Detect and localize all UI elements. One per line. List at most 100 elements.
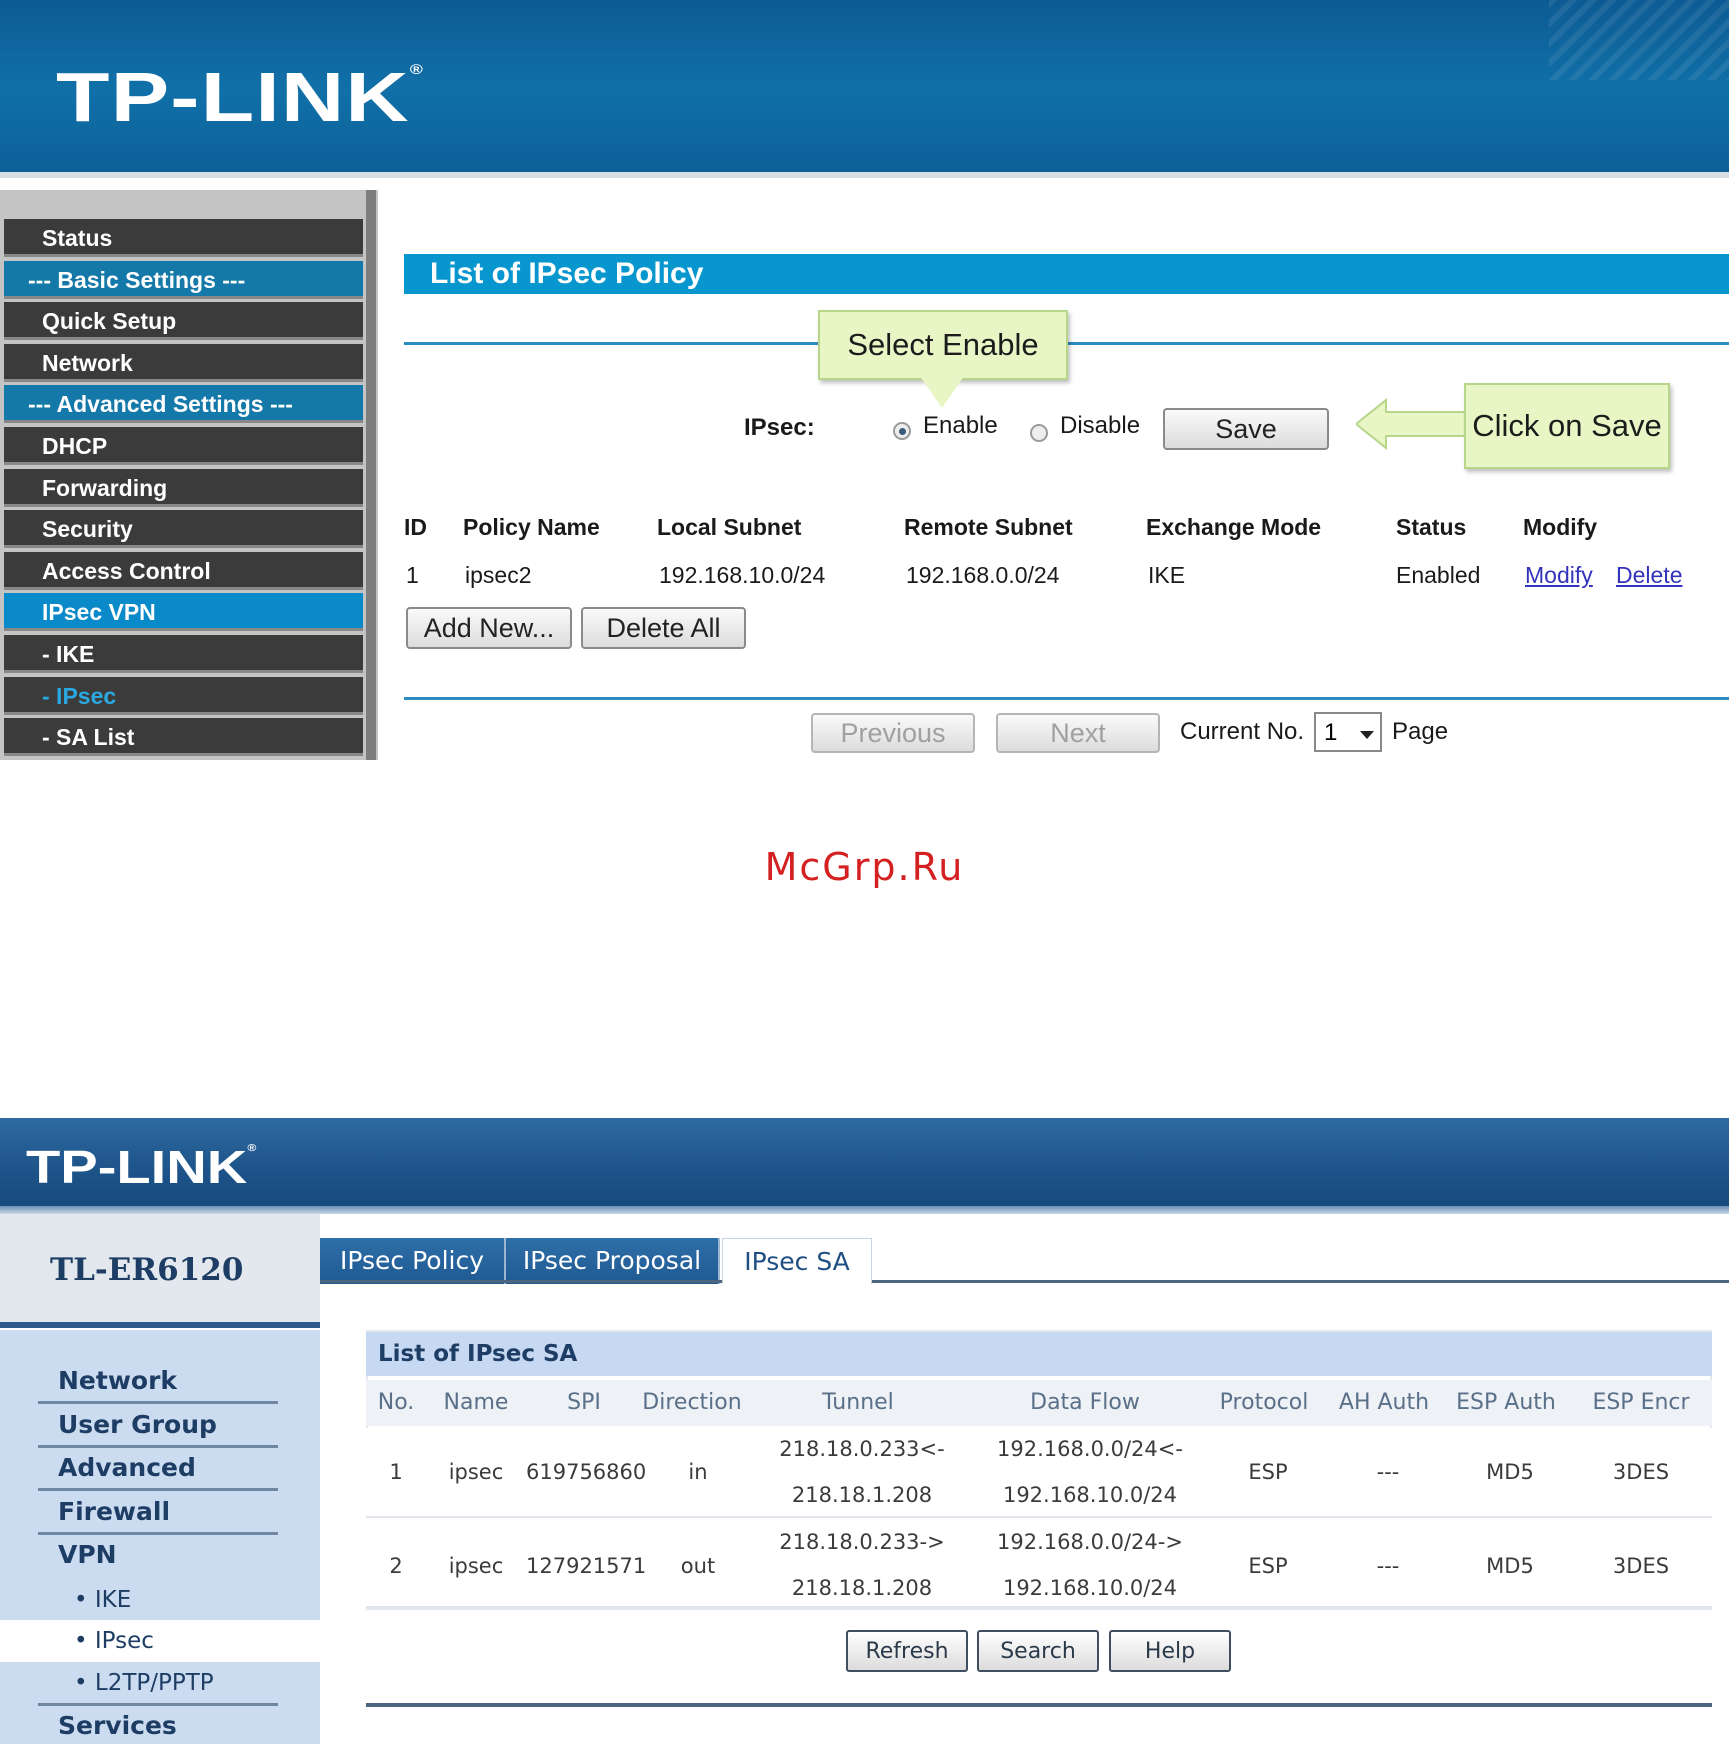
cell-name: ipsec bbox=[448, 1460, 504, 1484]
sidebar-item-network[interactable]: Network bbox=[58, 1366, 177, 1395]
radio-enable[interactable] bbox=[893, 422, 911, 440]
tab-ipsec-sa[interactable]: IPsec SA bbox=[722, 1238, 872, 1284]
col-id: ID bbox=[404, 514, 427, 540]
radio-disable-label: Disable bbox=[1060, 412, 1141, 439]
cell-direction: in bbox=[688, 1460, 708, 1484]
sidebar-subitem-l2tp-pptp[interactable]: • L2TP/PPTP bbox=[74, 1670, 214, 1696]
sidebar-item-quick-setup[interactable]: Quick Setup bbox=[4, 302, 363, 341]
cell-protocol: ESP bbox=[1248, 1460, 1288, 1484]
col-protocol: Protocol bbox=[1219, 1390, 1309, 1415]
sidebar-item-status[interactable]: Status bbox=[4, 219, 363, 257]
page-select[interactable]: 1 bbox=[1314, 712, 1382, 752]
cell-tunnel: 218.18.0.233<- bbox=[779, 1437, 945, 1461]
nav-divider bbox=[38, 1445, 278, 1448]
sidebar-item-network[interactable]: Network bbox=[4, 343, 363, 382]
screenshot-ipsec-policy: TP-LINK® Status --- Basic Settings --- Qui… bbox=[0, 0, 1729, 760]
col-tunnel: Tunnel bbox=[822, 1390, 894, 1415]
radio-disable[interactable] bbox=[1030, 424, 1048, 442]
sidebar-item-forwarding[interactable]: Forwarding bbox=[4, 468, 363, 507]
sidebar-item-user-group[interactable]: User Group bbox=[58, 1410, 217, 1439]
sa-list-title: List of IPsec SA bbox=[378, 1341, 578, 1367]
next-button[interactable]: Next bbox=[996, 713, 1160, 753]
page-label: Page bbox=[1392, 718, 1449, 745]
tp-link-logo-2: TP-LINK® bbox=[26, 1141, 257, 1193]
cell-esp-encr: 3DES bbox=[1612, 1554, 1670, 1578]
refresh-button[interactable]: Refresh bbox=[846, 1630, 968, 1672]
sidebar-item-dhcp[interactable]: DHCP bbox=[4, 427, 363, 465]
section-title: List of IPsec Policy bbox=[430, 257, 704, 290]
col-esp-encr: ESP Encr bbox=[1592, 1390, 1690, 1415]
nav-divider bbox=[38, 1488, 278, 1491]
header-divider bbox=[0, 172, 1729, 178]
radio-enable-label: Enable bbox=[923, 412, 998, 439]
callout-save-arrow bbox=[1354, 397, 1467, 451]
bottom-divider bbox=[366, 1703, 1712, 1707]
header-bar-2 bbox=[0, 1118, 1729, 1212]
col-ah-auth: AH Auth bbox=[1338, 1390, 1430, 1415]
callout-select-enable: Select Enable bbox=[818, 310, 1068, 380]
cell-tunnel: 218.18.0.233-> bbox=[779, 1530, 945, 1554]
cell-protocol: ESP bbox=[1248, 1554, 1288, 1578]
cell-ah-auth: --- bbox=[1376, 1554, 1400, 1578]
nav-divider bbox=[38, 1401, 278, 1404]
cell-data-flow: 192.168.0.0/24<- bbox=[997, 1437, 1183, 1461]
sidebar-item-ike[interactable]: - IKE bbox=[4, 635, 363, 673]
col-data-flow: Data Flow bbox=[1030, 1390, 1140, 1415]
row-local-subnet: 192.168.10.0/24 bbox=[659, 562, 826, 588]
sidebar-item-security[interactable]: Security bbox=[4, 510, 363, 549]
sidebar-item-services[interactable]: Services bbox=[58, 1711, 177, 1740]
callout-click-save: Click on Save bbox=[1464, 383, 1670, 469]
cell-esp-auth: MD5 bbox=[1486, 1460, 1534, 1484]
search-button[interactable]: Search bbox=[977, 1630, 1099, 1672]
callout-click-save-text: Click on Save bbox=[1472, 408, 1662, 443]
header-decoration bbox=[1549, 0, 1729, 80]
col-modify: Modify bbox=[1523, 514, 1598, 540]
sidebar-item-basic-settings: --- Basic Settings --- bbox=[4, 260, 363, 299]
cell-name: ipsec bbox=[448, 1554, 504, 1578]
cell-spi: 127921571 bbox=[526, 1554, 647, 1578]
col-esp-auth: ESP Auth bbox=[1456, 1390, 1556, 1415]
sidebar-item-vpn[interactable]: VPN bbox=[58, 1540, 117, 1569]
sidebar-item-ipsec[interactable]: - IPsec bbox=[4, 676, 363, 715]
row-policy-name: ipsec2 bbox=[465, 562, 532, 588]
model-name: TL-ER6120 bbox=[50, 1252, 244, 1288]
cell-no: 2 bbox=[389, 1554, 403, 1578]
sidebar-subitem-ike[interactable]: • IKE bbox=[74, 1587, 131, 1613]
watermark: McGrp.Ru bbox=[764, 845, 965, 889]
sidebar-subitem-ipsec[interactable]: • IPsec bbox=[74, 1628, 154, 1654]
cell-tunnel: 218.18.1.208 bbox=[791, 1576, 933, 1600]
cell-esp-auth: MD5 bbox=[1486, 1554, 1534, 1578]
sidebar-item-access-control[interactable]: Access Control bbox=[4, 551, 363, 590]
cell-tunnel: 218.18.1.208 bbox=[791, 1483, 933, 1507]
sidebar-item-sa-list[interactable]: - SA List bbox=[4, 718, 363, 757]
sidebar-active-highlight bbox=[0, 1620, 320, 1662]
previous-button[interactable]: Previous bbox=[811, 713, 975, 753]
cell-spi: 619756860 bbox=[526, 1460, 647, 1484]
page-select-value: 1 bbox=[1324, 719, 1338, 746]
divider-bottom bbox=[404, 697, 1729, 700]
help-button[interactable]: Help bbox=[1109, 1630, 1231, 1672]
sidebar-item-ipsec-vpn[interactable]: IPsec VPN bbox=[4, 593, 363, 632]
delete-all-button[interactable]: Delete All bbox=[581, 607, 746, 649]
delete-link[interactable]: Delete bbox=[1616, 562, 1682, 589]
sidebar-item-advanced[interactable]: Advanced bbox=[58, 1453, 196, 1482]
col-direction: Direction bbox=[642, 1390, 742, 1415]
nav-divider bbox=[38, 1532, 278, 1535]
divider-top-right bbox=[1066, 342, 1729, 345]
col-no: No. bbox=[377, 1390, 415, 1415]
divider-top-left bbox=[404, 342, 818, 345]
save-button[interactable]: Save bbox=[1163, 408, 1329, 450]
tab-ipsec-proposal[interactable]: IPsec Proposal bbox=[506, 1238, 720, 1284]
cell-direction: out bbox=[680, 1554, 716, 1578]
tab-ipsec-policy[interactable]: IPsec Policy bbox=[320, 1238, 506, 1284]
add-new-button[interactable]: Add New... bbox=[406, 607, 572, 649]
sidebar-item-firewall[interactable]: Firewall bbox=[58, 1497, 170, 1526]
row-remote-subnet: 192.168.0.0/24 bbox=[906, 562, 1060, 588]
col-status: Status bbox=[1396, 514, 1467, 540]
header-shadow-2 bbox=[0, 1206, 1729, 1214]
callout-select-enable-pointer bbox=[920, 376, 964, 408]
cell-data-flow: 192.168.10.0/24 bbox=[1002, 1576, 1178, 1600]
modify-link[interactable]: Modify bbox=[1525, 562, 1593, 589]
sidebar-item-advanced-settings: --- Advanced Settings --- bbox=[4, 385, 363, 424]
callout-select-enable-text: Select Enable bbox=[847, 327, 1039, 362]
